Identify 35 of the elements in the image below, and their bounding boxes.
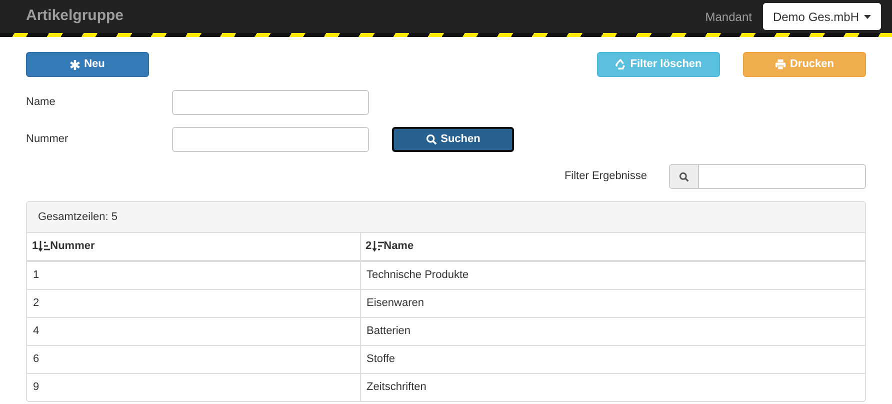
field-label: Nummer [26,132,70,148]
column-label: Name [384,239,414,254]
table-cell: Zeitschriften [360,373,865,401]
sort-icon [372,241,384,252]
filter-field[interactable] [699,164,866,189]
filter-label: Filter Ergebnisse [564,169,647,184]
search-icon [426,134,437,145]
mandant-dropdown[interactable]: Demo Ges.mbH [762,3,881,30]
column-label: Nummer [50,239,95,254]
caret-icon [864,14,871,18]
search-button[interactable]: Suchen [392,127,514,152]
sort-icon [38,241,50,252]
sort-order: 1 [32,239,38,254]
table-cell: 9 [27,373,360,401]
table-cell: Stoffe [360,345,865,373]
row-count: Gesamtzeilen: 5 [38,210,118,225]
column-header[interactable]: 2 Name [360,233,865,261]
column-header[interactable]: 1 Nummer [27,233,360,261]
input-field[interactable] [172,90,369,115]
table-cell: 6 [27,345,360,373]
search-icon [679,172,689,182]
printer-icon [774,59,786,70]
new-button[interactable]: Neu [26,52,149,77]
table-cell: Eisenwaren [360,289,865,317]
table-cell: 2 [27,289,360,317]
table-cell: Batterien [360,317,865,345]
table-cell: 4 [27,317,360,345]
table-cell: Technische Produkte [360,261,865,289]
mandant-label: Mandant [705,8,752,26]
sort-order: 2 [366,239,372,254]
asterisk-icon [70,60,80,70]
page-title: Artikelgruppe [26,6,124,26]
input-field[interactable] [172,127,369,152]
table-cell: 1 [27,261,360,289]
field-label: Name [26,95,56,110]
